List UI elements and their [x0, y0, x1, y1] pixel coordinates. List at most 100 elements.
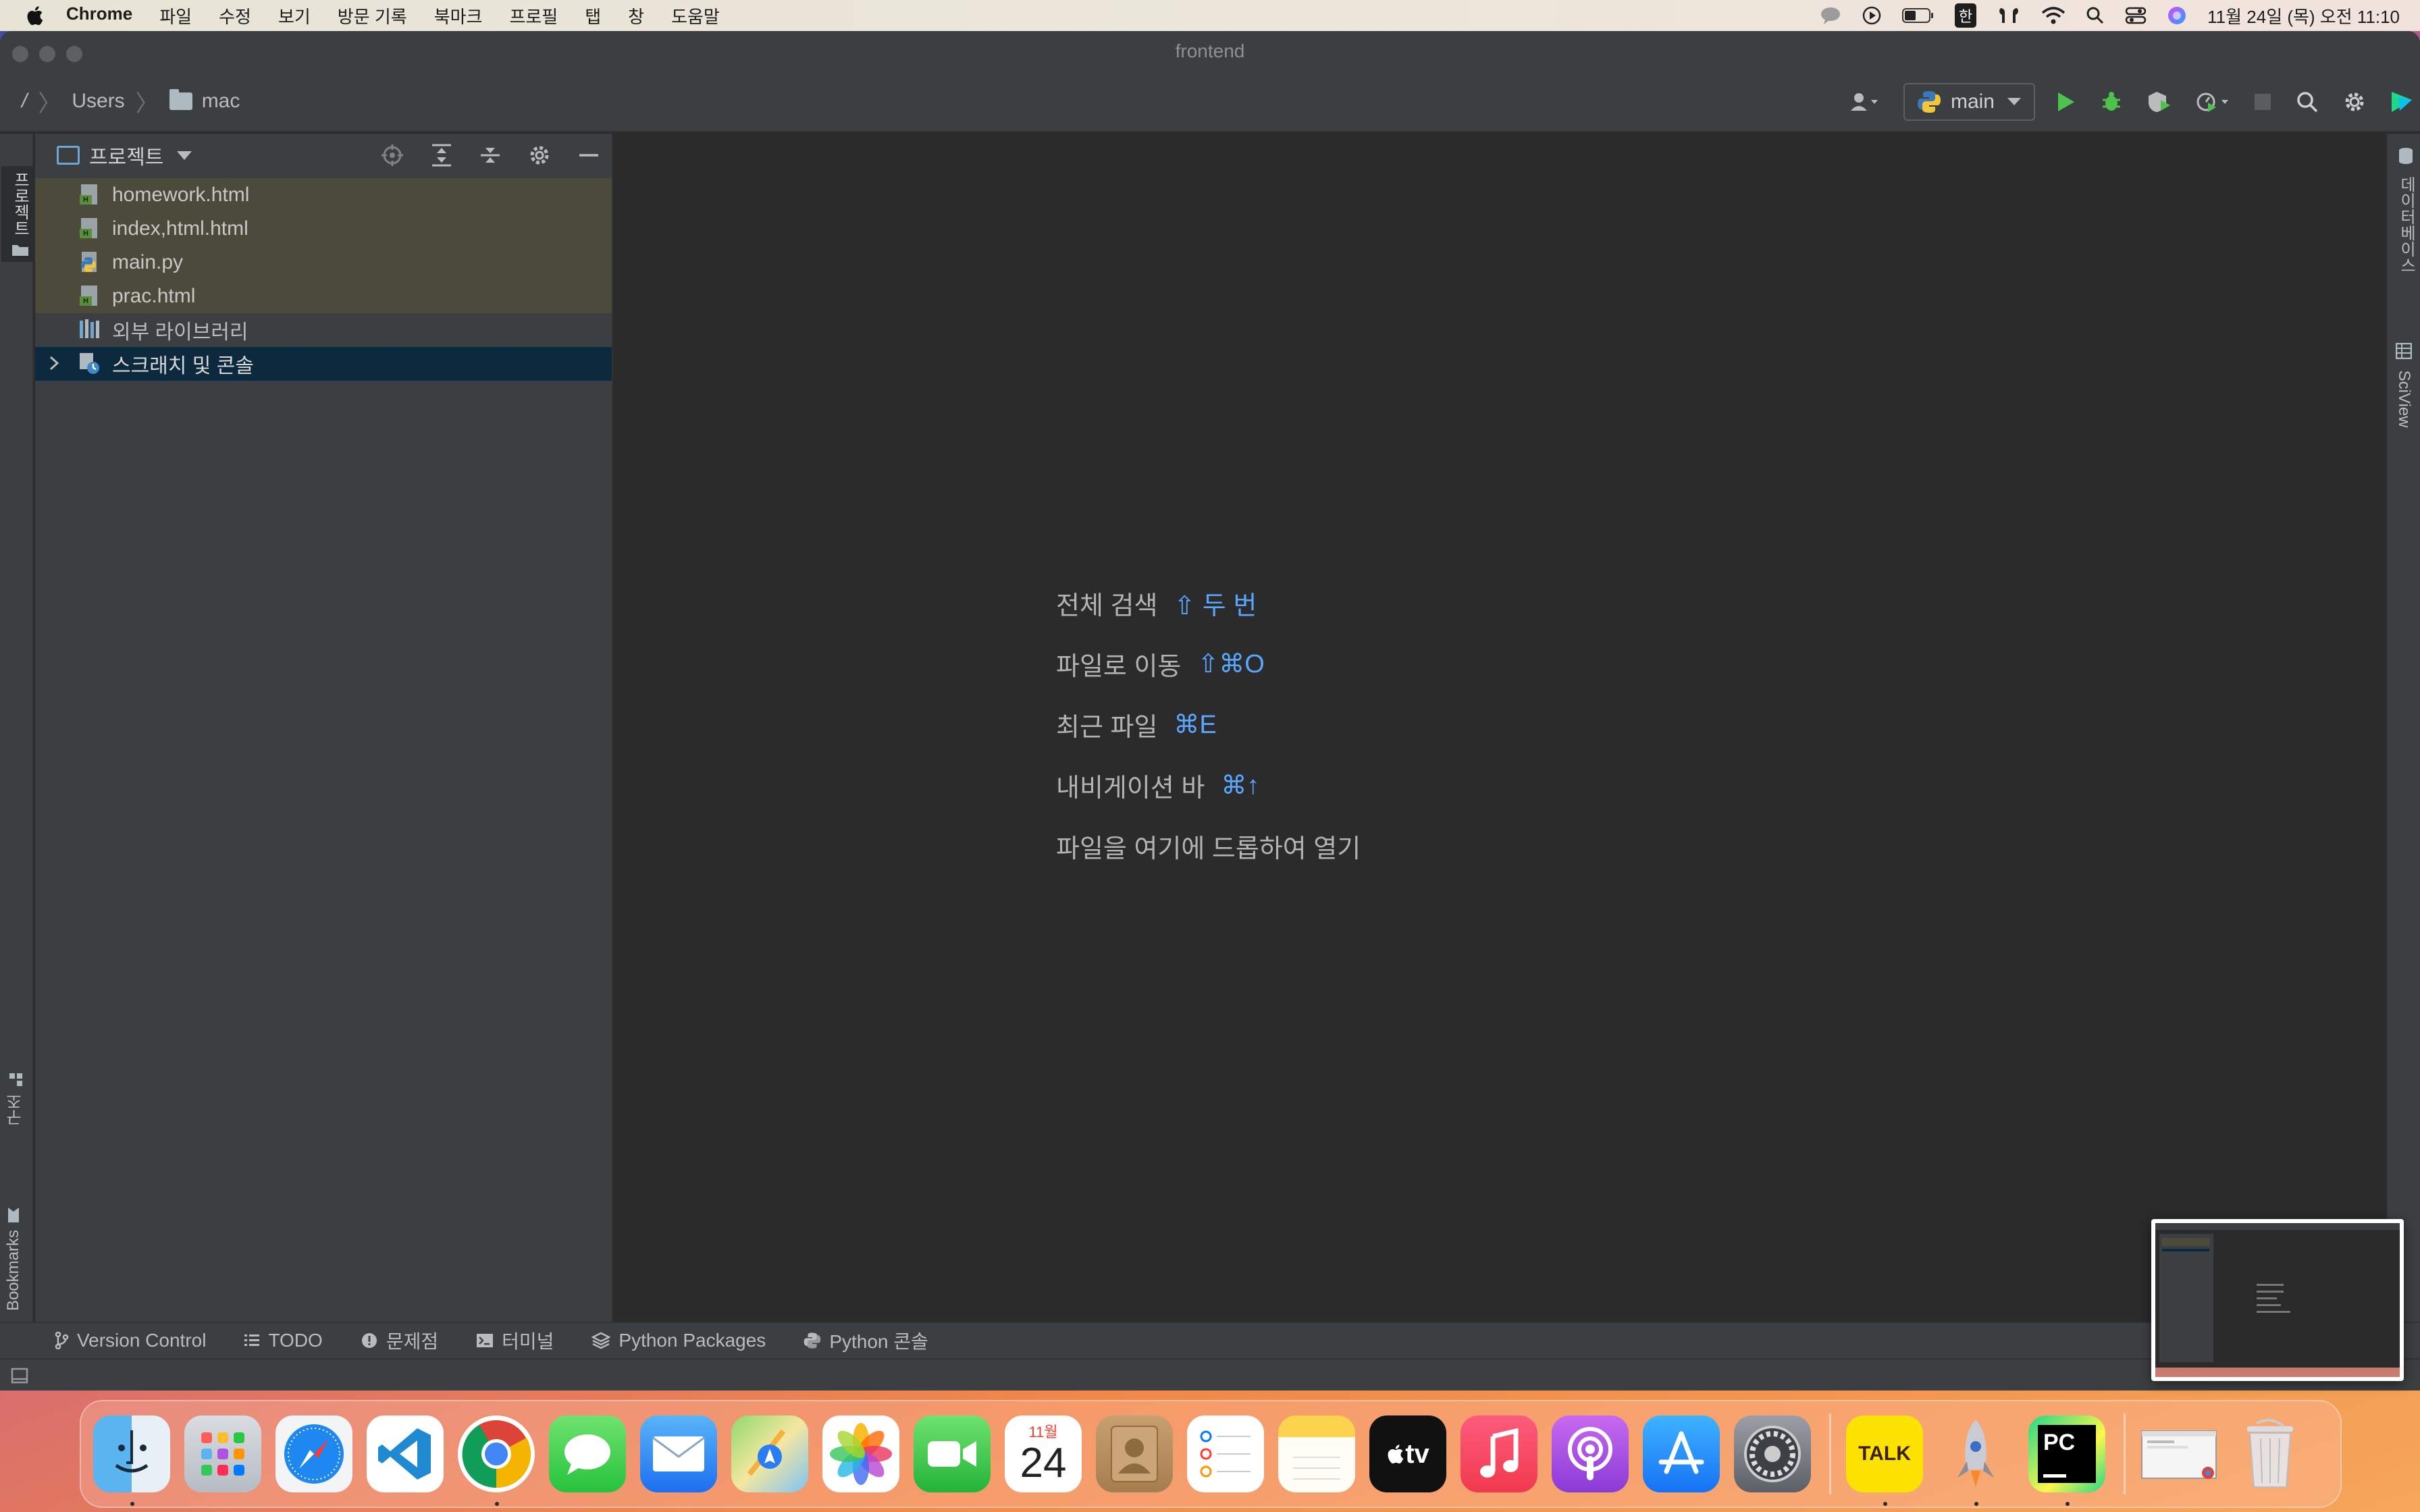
- menu-edit[interactable]: 수정: [219, 3, 251, 28]
- chat-bubble-icon[interactable]: [1820, 6, 1841, 25]
- editor-empty-state-hints: 전체 검색 ⇧ 두 번 파일로 이동 ⇧⌘O 최근 파일 ⌘E 내비게이션 바 …: [1056, 572, 1361, 876]
- settings-gear-icon[interactable]: [2343, 90, 2366, 113]
- kakaotalk-app-icon[interactable]: TALK: [1846, 1415, 1923, 1492]
- debug-icon[interactable]: [2100, 90, 2123, 113]
- close-window-button[interactable]: [12, 46, 28, 62]
- menu-app-name[interactable]: Chrome: [66, 3, 132, 28]
- apple-logo-icon[interactable]: [26, 5, 43, 26]
- menu-file[interactable]: 파일: [159, 3, 192, 28]
- tree-item-scratches[interactable]: 스크래치 및 콘솔: [35, 347, 612, 381]
- chevron-down-icon[interactable]: [177, 151, 192, 160]
- apple-tv-label: tv: [1405, 1438, 1429, 1469]
- tool-tab-sciview[interactable]: SciView: [2394, 342, 2413, 428]
- hint-shortcut: ⇧ 두 번: [1174, 591, 1257, 620]
- apple-tv-app-icon[interactable]: tv: [1369, 1415, 1446, 1492]
- user-account-icon[interactable]: [1849, 92, 1879, 112]
- contacts-app-icon[interactable]: [1096, 1415, 1173, 1492]
- toggle-tool-windows-icon[interactable]: [11, 1366, 30, 1385]
- chevron-right-icon[interactable]: [49, 355, 59, 371]
- html-file-icon: H: [78, 284, 101, 308]
- tool-tab-python-console[interactable]: Python 콘솔: [804, 1327, 928, 1354]
- bookmark-icon: [8, 1208, 19, 1222]
- battery-icon[interactable]: [1901, 7, 1935, 24]
- finder-app-icon[interactable]: [93, 1415, 170, 1492]
- reminders-app-icon[interactable]: [1187, 1415, 1264, 1492]
- collapse-all-icon[interactable]: [479, 144, 501, 167]
- hint-label: 최근 파일: [1056, 713, 1158, 742]
- system-preferences-app-icon[interactable]: [1734, 1415, 1811, 1492]
- rocket-app-icon[interactable]: [1937, 1415, 2014, 1492]
- run-config-name: main: [1950, 90, 1995, 113]
- options-gear-icon[interactable]: [528, 144, 551, 167]
- tool-tab-python-packages[interactable]: Python Packages: [591, 1330, 766, 1351]
- play-circle-icon[interactable]: [1862, 5, 1882, 26]
- menu-history[interactable]: 방문 기록: [338, 3, 407, 28]
- zoom-window-button[interactable]: [66, 46, 82, 62]
- chrome-window-minimized-thumbnail[interactable]: [2140, 1415, 2217, 1492]
- pycharm-app-icon[interactable]: PC: [2028, 1415, 2105, 1492]
- maps-app-icon[interactable]: [731, 1415, 808, 1492]
- trash-icon[interactable]: [2232, 1415, 2309, 1492]
- tool-tab-todo[interactable]: TODO: [244, 1330, 323, 1351]
- airpods-icon[interactable]: [1997, 5, 2021, 26]
- control-center-icon[interactable]: [2125, 6, 2147, 25]
- calendar-app-icon[interactable]: 11월 24: [1005, 1415, 1082, 1492]
- facetime-app-icon[interactable]: [914, 1415, 991, 1492]
- menubar-clock[interactable]: 11월 24일 (목) 오전 11:10: [2207, 3, 2400, 28]
- hide-panel-icon[interactable]: [578, 144, 600, 167]
- tree-item-homework-html[interactable]: H homework.html: [35, 178, 612, 212]
- spotlight-search-icon[interactable]: [2086, 6, 2105, 25]
- launchpad-app-icon[interactable]: [184, 1415, 261, 1492]
- coverage-icon[interactable]: [2147, 90, 2172, 113]
- menu-help[interactable]: 도움말: [671, 3, 720, 28]
- mail-app-icon[interactable]: [640, 1415, 717, 1492]
- tool-tab-bookmarks[interactable]: Bookmarks: [4, 1207, 23, 1311]
- tree-item-external-libraries[interactable]: 외부 라이브러리: [35, 313, 612, 347]
- menu-view[interactable]: 보기: [278, 3, 311, 28]
- vscode-app-icon[interactable]: [367, 1415, 444, 1492]
- safari-app-icon[interactable]: [275, 1415, 352, 1492]
- minimize-window-button[interactable]: [39, 46, 55, 62]
- hint-search-everywhere: 전체 검색 ⇧ 두 번: [1056, 572, 1361, 633]
- menu-bookmarks[interactable]: 북마크: [434, 3, 483, 28]
- tool-tab-database[interactable]: 데이터베이스: [2394, 147, 2418, 273]
- editor-area[interactable]: 전체 검색 ⇧ 두 번 파일로 이동 ⇧⌘O 최근 파일 ⌘E 내비게이션 바 …: [614, 134, 2385, 1353]
- locate-file-icon[interactable]: [381, 144, 404, 167]
- run-configuration-selector[interactable]: main: [1903, 83, 2035, 121]
- tool-tab-version-control[interactable]: Version Control: [54, 1330, 206, 1351]
- tool-tab-structure[interactable]: 구조: [4, 1072, 28, 1126]
- tool-tab-terminal[interactable]: 터미널: [476, 1327, 554, 1354]
- screenshot-thumbnail[interactable]: [2151, 1219, 2404, 1381]
- tree-item-index-html[interactable]: H index,html.html: [35, 212, 612, 246]
- chrome-app-icon[interactable]: [458, 1415, 535, 1492]
- siri-icon[interactable]: [2167, 5, 2187, 26]
- breadcrumb-mac[interactable]: mac: [202, 90, 240, 113]
- notes-app-icon[interactable]: [1278, 1415, 1355, 1492]
- running-indicator: [1974, 1502, 1978, 1506]
- calendar-day: 24: [1020, 1440, 1067, 1486]
- menu-tab[interactable]: 탭: [585, 3, 601, 28]
- breadcrumb-root[interactable]: /: [22, 90, 27, 113]
- expand-all-icon[interactable]: [431, 144, 452, 167]
- wifi-icon[interactable]: [2041, 6, 2066, 25]
- profile-run-icon[interactable]: [2196, 90, 2230, 113]
- search-everywhere-icon[interactable]: [2296, 90, 2319, 113]
- menu-profile[interactable]: 프로필: [509, 3, 558, 28]
- stop-icon[interactable]: [2254, 93, 2271, 111]
- messages-app-icon[interactable]: [549, 1415, 626, 1492]
- tool-tab-project[interactable]: 프로젝트: [1, 166, 38, 262]
- tree-item-prac-html[interactable]: H prac.html: [35, 279, 612, 313]
- app-store-app-icon[interactable]: [1643, 1415, 1720, 1492]
- photos-app-icon[interactable]: [822, 1415, 899, 1492]
- music-app-icon[interactable]: [1461, 1415, 1537, 1492]
- podcasts-app-icon[interactable]: [1552, 1415, 1629, 1492]
- tree-item-main-py[interactable]: main.py: [35, 246, 612, 279]
- jetbrains-logo-icon[interactable]: [2390, 90, 2413, 113]
- project-panel-title[interactable]: 프로젝트: [89, 140, 163, 170]
- html-file-icon: H: [78, 217, 101, 241]
- menu-window[interactable]: 창: [628, 3, 644, 28]
- run-icon[interactable]: [2055, 91, 2076, 113]
- breadcrumb-users[interactable]: Users: [72, 90, 124, 113]
- input-method-indicator[interactable]: 한: [1954, 3, 1977, 28]
- tool-tab-problems[interactable]: 문제점: [361, 1327, 438, 1354]
